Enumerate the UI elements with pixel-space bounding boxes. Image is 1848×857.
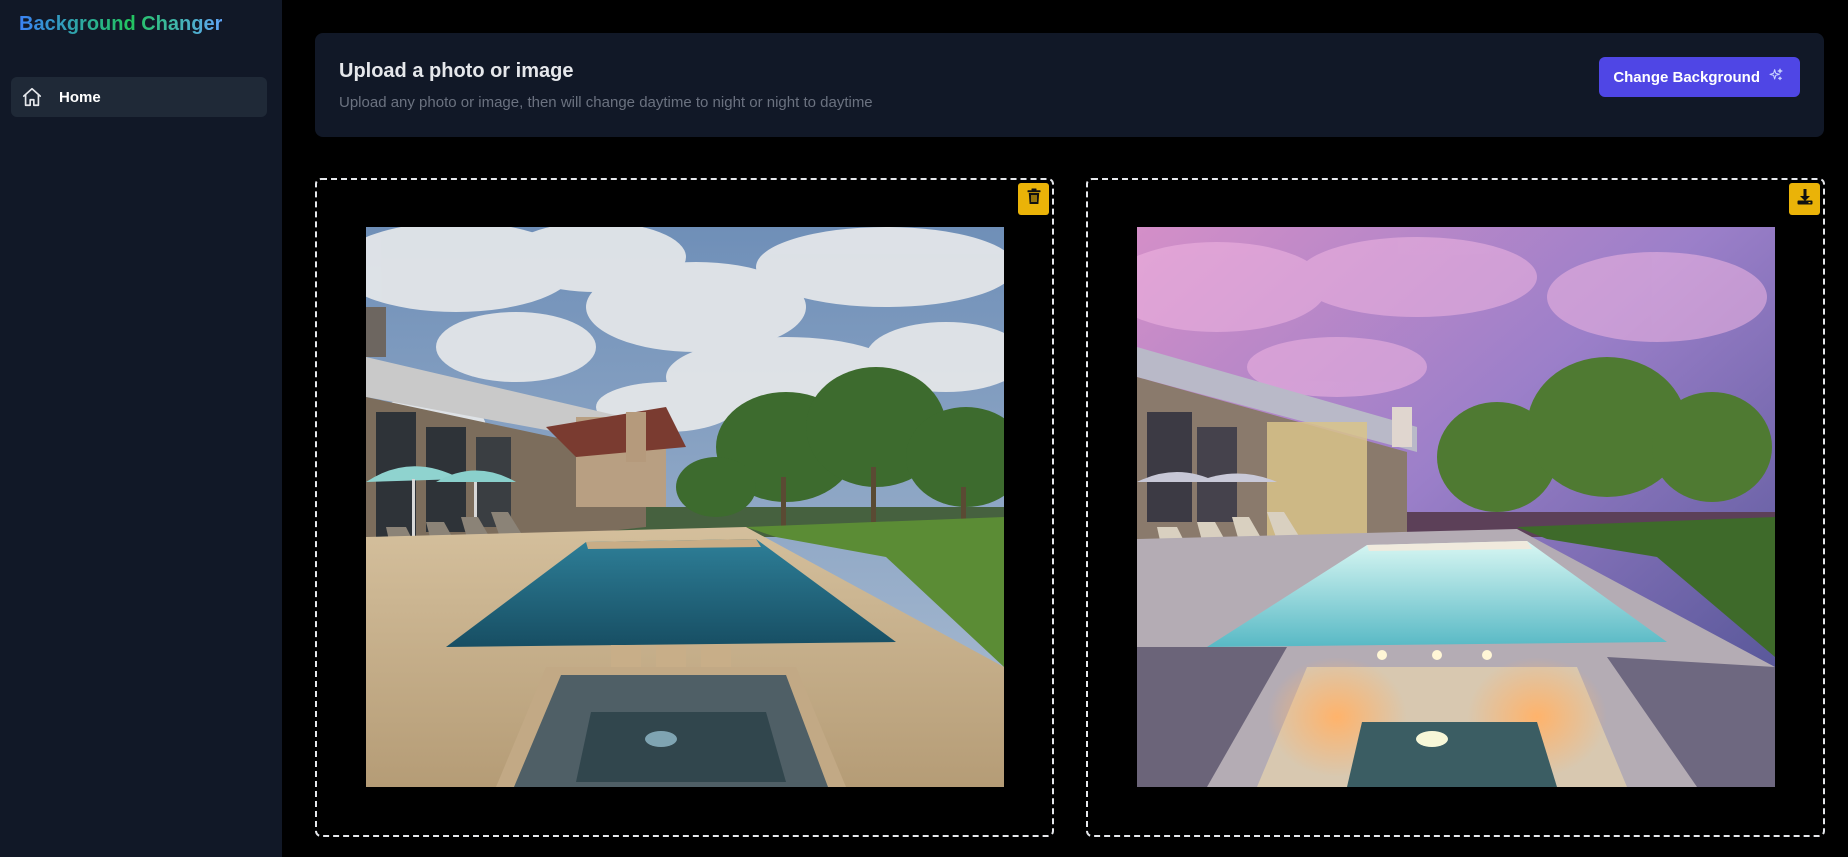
sidebar: Background Changer Home <box>0 0 282 857</box>
main-content: Upload a photo or image Upload any photo… <box>282 0 1848 857</box>
download-icon <box>1796 188 1814 211</box>
upload-title: Upload a photo or image <box>339 60 574 82</box>
sparkles-icon <box>1768 67 1784 87</box>
upload-subtitle: Upload any photo or image, then will cha… <box>339 94 873 111</box>
app-title: Background Changer <box>19 13 223 35</box>
trash-icon <box>1026 188 1042 210</box>
delete-image-button[interactable] <box>1018 183 1049 215</box>
home-icon <box>20 85 44 109</box>
change-background-label: Change Background <box>1613 68 1760 86</box>
download-image-button[interactable] <box>1789 183 1820 215</box>
result-image-panel[interactable] <box>1086 178 1825 837</box>
result-pool-photo <box>1137 227 1775 787</box>
original-pool-photo <box>366 227 1004 787</box>
sidebar-item-home[interactable]: Home <box>11 77 267 117</box>
original-image-panel[interactable] <box>315 178 1054 837</box>
upload-card: Upload a photo or image Upload any photo… <box>315 33 1824 137</box>
change-background-button[interactable]: Change Background <box>1599 57 1800 97</box>
sidebar-item-label: Home <box>59 88 101 106</box>
